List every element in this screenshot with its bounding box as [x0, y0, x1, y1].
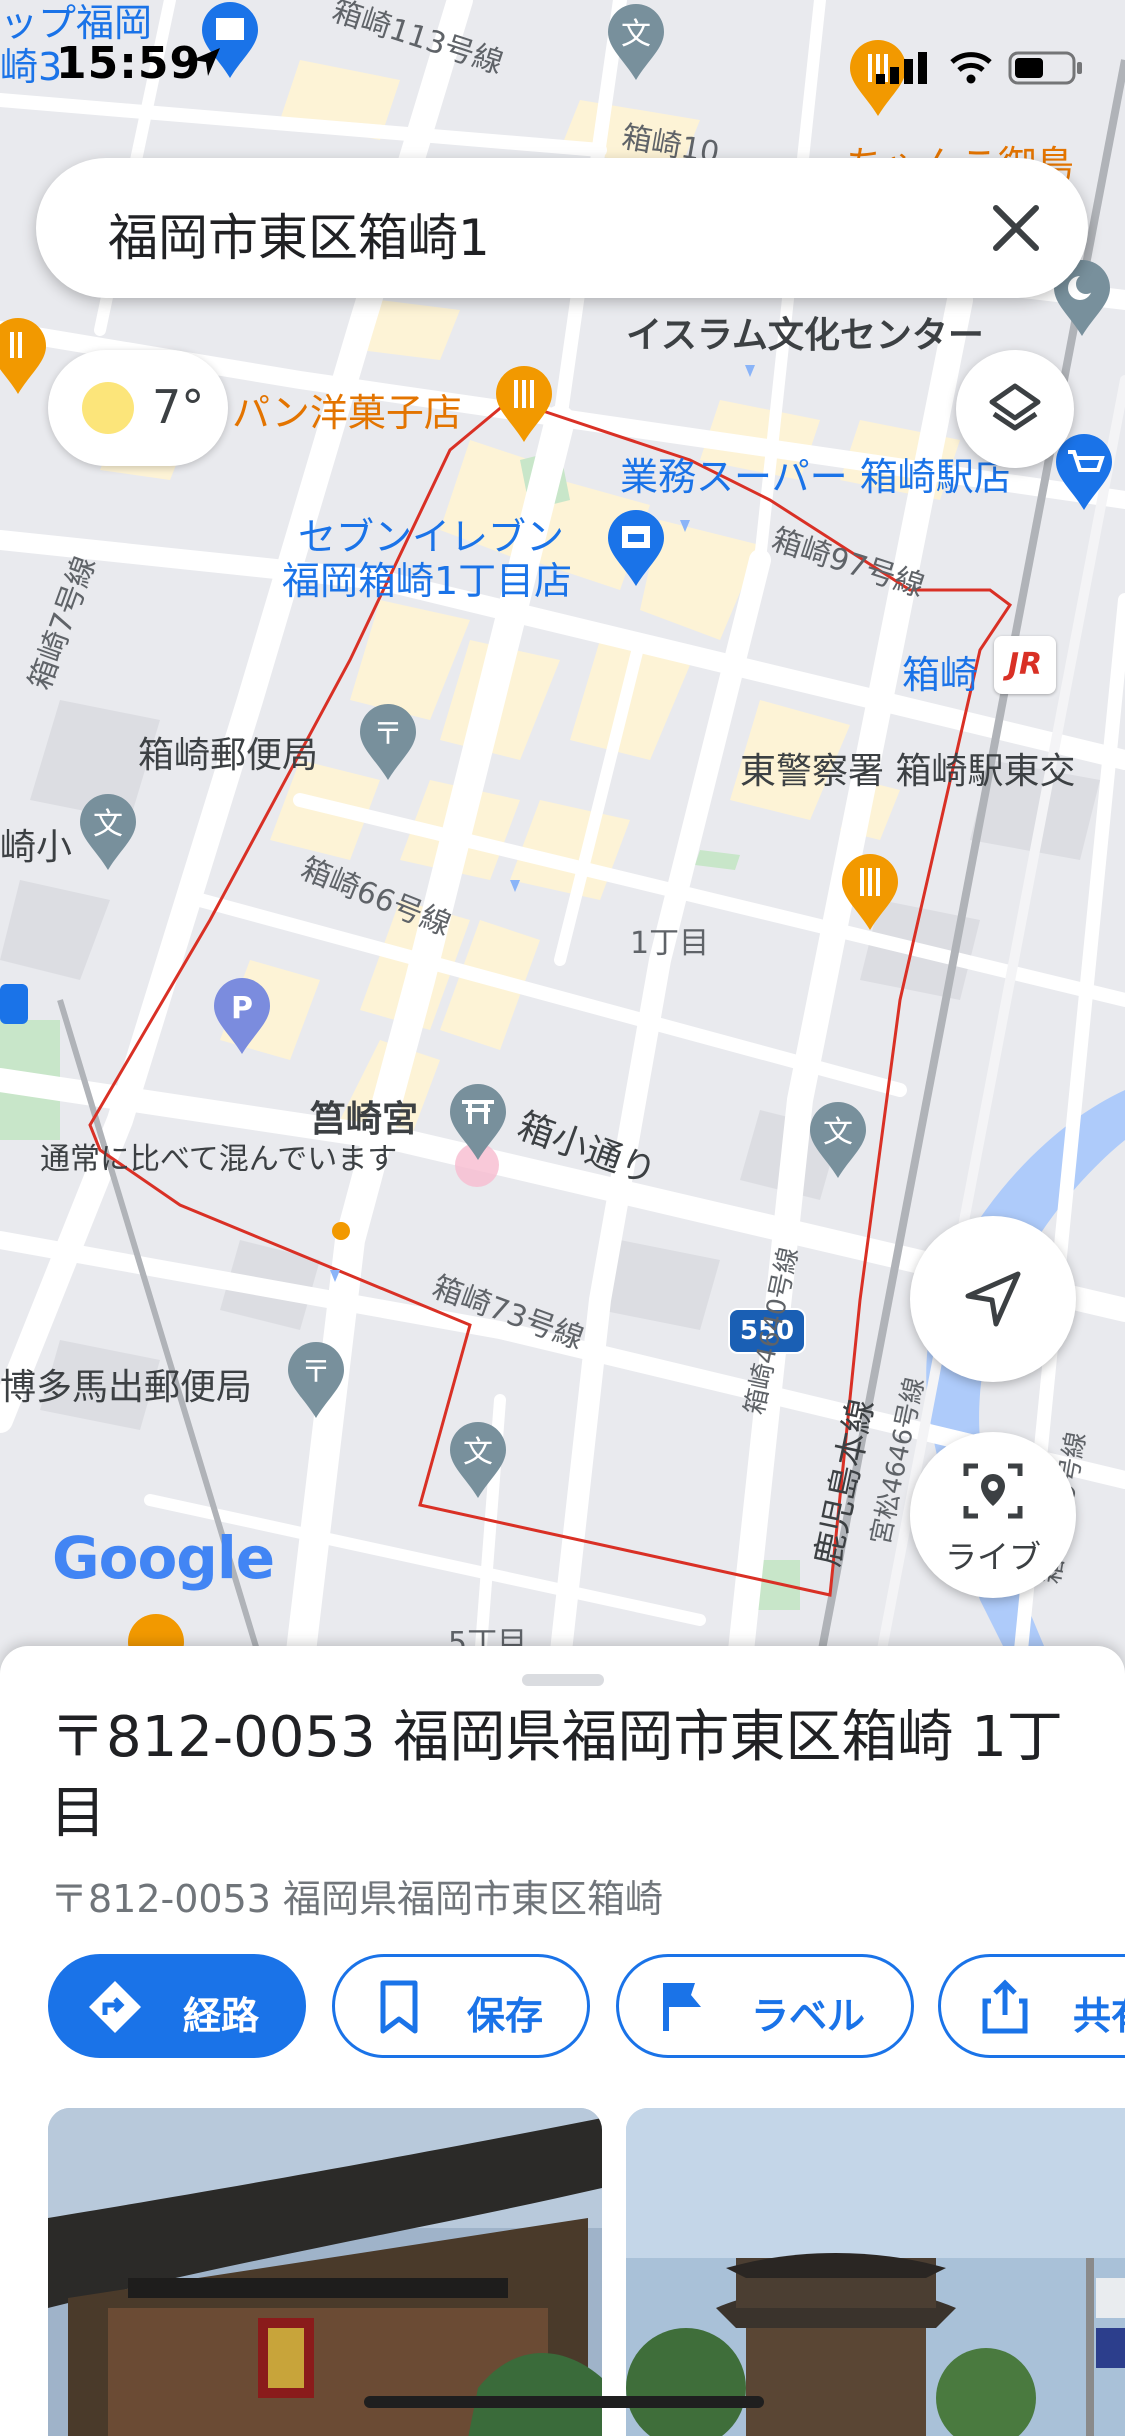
- station-label[interactable]: 箱崎: [902, 644, 978, 699]
- save-button[interactable]: 保存: [332, 1954, 590, 2058]
- post-office-label[interactable]: 箱崎郵便局: [138, 726, 318, 778]
- parking-pin-icon[interactable]: P: [210, 976, 274, 1056]
- share-icon: [982, 1979, 1028, 2034]
- post-office-pin-icon[interactable]: 〒: [284, 1340, 348, 1420]
- label-button[interactable]: ラベル: [616, 1954, 914, 2058]
- shrine-building-photo: [626, 2108, 1125, 2436]
- navigation-arrow-icon: [965, 1271, 1021, 1327]
- svg-text:文: 文: [463, 1435, 493, 1470]
- svg-text:〒: 〒: [373, 717, 403, 752]
- restaurant-pin-icon[interactable]: [838, 852, 902, 932]
- place-subtitle: 〒812-0053 福岡県福岡市東区箱崎: [50, 1877, 664, 1921]
- svg-text:文: 文: [823, 1115, 853, 1150]
- search-query[interactable]: 福岡市東区箱崎1: [108, 198, 490, 270]
- google-logo: Google: [52, 1524, 275, 1592]
- shrine-pin-icon[interactable]: [446, 1082, 510, 1162]
- share-label: 共有: [1073, 1994, 1125, 2038]
- svg-text:P: P: [231, 991, 253, 1026]
- layers-button[interactable]: [956, 350, 1074, 468]
- school-label[interactable]: 崎小: [0, 818, 72, 870]
- search-bar[interactable]: 福岡市東区箱崎1: [36, 158, 1088, 298]
- sheet-drag-handle[interactable]: [522, 1674, 604, 1686]
- status-time: 15:59: [56, 38, 202, 89]
- place-photo[interactable]: [48, 2108, 602, 2436]
- svg-text:〒: 〒: [301, 1355, 331, 1390]
- jr-station-icon[interactable]: JR: [994, 636, 1056, 694]
- place-sheet[interactable]: 〒812-0053 福岡県福岡市東区箱崎 1丁目 〒812-0053 福岡県福岡…: [0, 1646, 1125, 2436]
- directions-icon: [89, 1981, 141, 2033]
- my-location-button[interactable]: [910, 1216, 1076, 1382]
- restaurant-pin-icon[interactable]: [0, 316, 50, 396]
- sun-icon: [82, 382, 134, 434]
- place-photo[interactable]: [626, 2108, 1125, 2436]
- svg-text:文: 文: [93, 807, 123, 842]
- save-label: 保存: [467, 1994, 544, 2038]
- school-pin-icon[interactable]: 文: [806, 1100, 870, 1180]
- weather-chip[interactable]: 7°: [48, 350, 228, 466]
- place-title: 〒812-0053 福岡県福岡市東区箱崎 1丁目: [50, 1705, 1063, 1846]
- status-bar: 15:59: [0, 0, 1125, 140]
- post-office-label[interactable]: 博多馬出郵便局: [0, 1358, 252, 1410]
- directions-button[interactable]: 経路: [48, 1954, 306, 2058]
- bakery-pin-icon[interactable]: [492, 364, 556, 444]
- bus-stop-icon[interactable]: [0, 980, 30, 1030]
- layers-icon: [989, 383, 1041, 431]
- wifi-icon: [950, 52, 992, 84]
- label-label: ラベル: [751, 1994, 866, 2038]
- convenience-store-pin-icon[interactable]: [604, 508, 668, 588]
- live-view-icon: [963, 1463, 1023, 1519]
- convenience-store-label[interactable]: 福岡箱崎1丁目店: [282, 550, 572, 605]
- post-office-pin-icon[interactable]: 〒: [356, 702, 420, 782]
- close-icon[interactable]: [988, 200, 1044, 256]
- supermarket-label[interactable]: 業務スーパー 箱崎駅店: [620, 446, 1012, 501]
- share-button[interactable]: 共有: [938, 1954, 1125, 2058]
- flag-icon: [663, 1983, 701, 2031]
- school-pin-icon[interactable]: 文: [446, 1420, 510, 1500]
- school-pin-icon[interactable]: 文: [76, 792, 140, 872]
- police-label[interactable]: 東警察署 箱崎駅東交: [740, 742, 1075, 794]
- directions-label: 経路: [183, 1994, 260, 2038]
- home-indicator: [364, 2396, 764, 2408]
- live-label: ライブ: [944, 1538, 1041, 1576]
- shrine-gate-photo: [48, 2108, 602, 2436]
- temperature: 7°: [152, 380, 205, 434]
- cellular-signal-icon: [876, 52, 927, 84]
- battery-icon: [1008, 51, 1082, 85]
- district-label: 1丁目: [630, 926, 710, 961]
- location-arrow-icon: [192, 48, 220, 76]
- bookmark-icon: [380, 1980, 418, 2034]
- bakery-label[interactable]: パン洋菓子店: [232, 382, 462, 437]
- mosque-label[interactable]: イスラム文化センター: [626, 306, 984, 358]
- live-view-button[interactable]: ライブ: [910, 1432, 1076, 1598]
- crowd-status-label: 通常に比べて混んでいます: [40, 1142, 398, 1177]
